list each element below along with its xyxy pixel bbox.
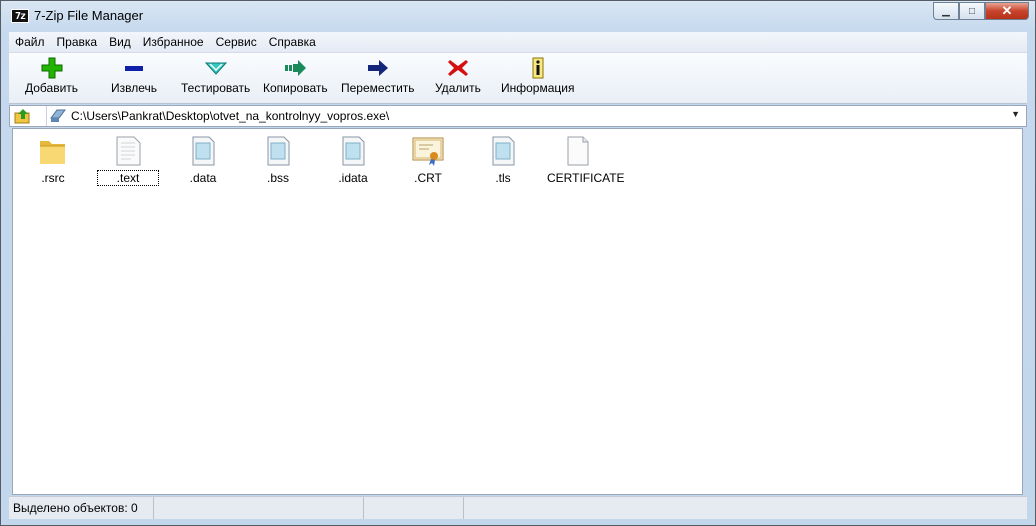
info-icon <box>526 57 550 79</box>
title-bar[interactable]: 7z 7-Zip File Manager ▁ □ ✕ <box>1 1 1035 31</box>
list-item[interactable]: .CRT <box>398 135 458 185</box>
file-icon <box>487 135 519 167</box>
status-cell <box>364 497 464 519</box>
info-button[interactable]: Информация <box>501 57 574 95</box>
list-item[interactable]: .tls <box>473 135 533 185</box>
list-item[interactable]: .idata <box>323 135 383 185</box>
menu-help[interactable]: Справка <box>263 35 322 49</box>
close-button[interactable]: ✕ <box>985 2 1029 20</box>
archive-icon <box>50 109 66 123</box>
list-item[interactable]: CERTIFICATE <box>547 135 625 185</box>
menu-bar: Файл Правка Вид Избранное Сервис Справка <box>9 32 1027 53</box>
app-icon: 7z <box>11 9 29 23</box>
status-selected: Выделено объектов: 0 <box>9 497 154 519</box>
toolbar: Добавить Извлечь Тестировать Копировать … <box>9 53 1027 104</box>
copy-button[interactable]: Копировать <box>263 57 328 95</box>
extract-button[interactable]: Извлечь <box>111 57 157 95</box>
maximize-button[interactable]: □ <box>959 2 985 20</box>
status-cell <box>154 497 364 519</box>
move-button[interactable]: Переместить <box>341 57 415 95</box>
list-item[interactable]: .bss <box>248 135 308 185</box>
menu-favorites[interactable]: Избранное <box>137 35 210 49</box>
menu-file[interactable]: Файл <box>9 35 51 49</box>
move-icon <box>366 57 390 79</box>
minimize-button[interactable]: ▁ <box>933 2 959 20</box>
delete-button[interactable]: Удалить <box>435 57 481 95</box>
add-button[interactable]: Добавить <box>25 57 78 95</box>
chevron-down-icon[interactable]: ▼ <box>1011 109 1020 119</box>
list-item[interactable]: .data <box>173 135 233 185</box>
status-cell <box>464 497 1027 519</box>
menu-edit[interactable]: Правка <box>51 35 104 49</box>
window-title: 7-Zip File Manager <box>34 8 144 23</box>
copy-icon <box>283 57 307 79</box>
file-icon <box>337 135 369 167</box>
app-window: 7z 7-Zip File Manager ▁ □ ✕ Файл Правка … <box>0 0 1036 526</box>
file-icon <box>262 135 294 167</box>
delete-icon <box>446 57 470 79</box>
divider <box>46 106 47 126</box>
address-bar: C:\Users\Pankrat\Desktop\otvet_na_kontro… <box>9 105 1027 127</box>
test-button[interactable]: Тестировать <box>181 57 250 95</box>
up-folder-button[interactable] <box>14 108 32 124</box>
menu-tools[interactable]: Сервис <box>210 35 263 49</box>
file-list[interactable]: .rsrc .text .data .bss .idata .CRT .tls … <box>12 128 1023 495</box>
blank-file-icon <box>112 135 144 167</box>
add-icon <box>40 57 64 79</box>
address-path[interactable]: C:\Users\Pankrat\Desktop\otvet_na_kontro… <box>71 109 389 123</box>
list-item[interactable]: .text <box>97 135 159 186</box>
status-bar: Выделено объектов: 0 <box>9 496 1027 519</box>
folder-icon <box>37 135 69 167</box>
certificate-icon <box>412 135 444 167</box>
test-icon <box>204 57 228 79</box>
list-item[interactable]: .rsrc <box>23 135 83 185</box>
up-folder-icon <box>14 109 30 124</box>
menu-view[interactable]: Вид <box>103 35 137 49</box>
extract-icon <box>122 57 146 79</box>
file-icon <box>187 135 219 167</box>
blank-file-icon <box>561 135 593 167</box>
